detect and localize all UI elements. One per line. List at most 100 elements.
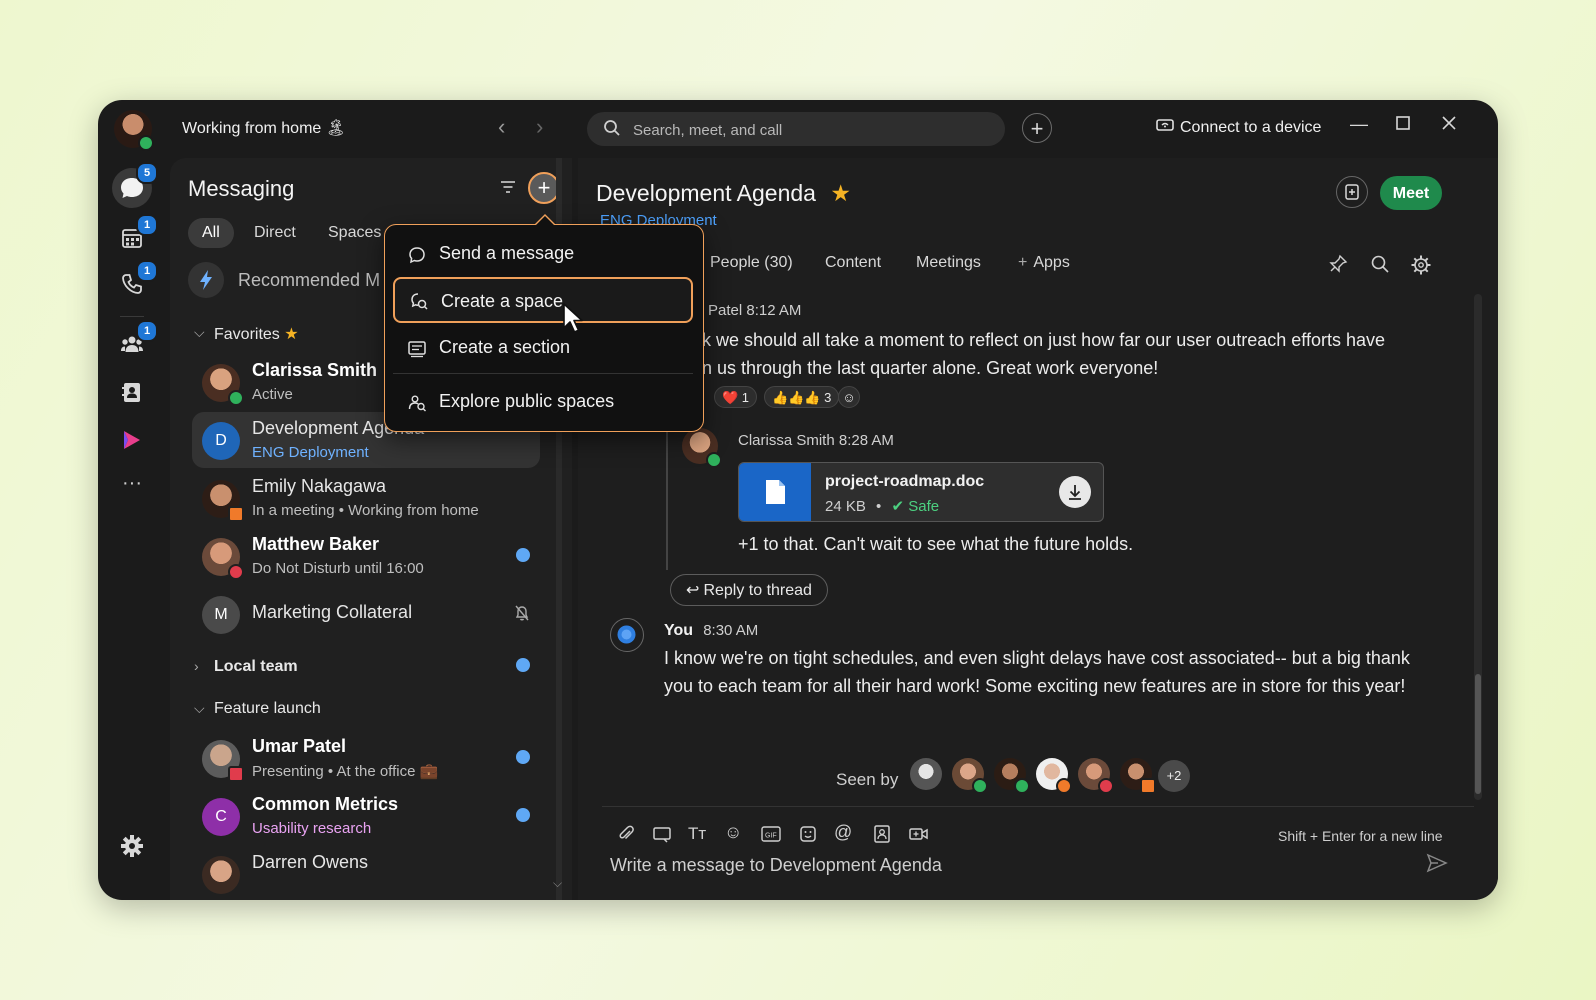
list-item[interactable]: Emily Nakagawa In a meeting • Working fr… (192, 470, 540, 526)
menu-item-create-space[interactable]: Create a space (393, 277, 693, 323)
back-arrow-icon[interactable]: ‹ (498, 116, 505, 138)
left-rail: 5 1 1 1 ··· (98, 158, 168, 900)
timestamp: 8:30 AM (703, 622, 759, 639)
chevron-down-icon[interactable]: ⌵ (194, 700, 205, 717)
favorites-header[interactable]: Favorites ★ (214, 324, 299, 344)
sticker-icon[interactable] (798, 824, 818, 849)
pin-icon[interactable] (1328, 254, 1348, 279)
presence-active-icon (228, 390, 244, 406)
file-attachment[interactable]: project-roadmap.doc 24 KB • ✔ Safe (738, 462, 1104, 522)
filter-icon[interactable] (500, 180, 516, 199)
avatar[interactable] (1036, 758, 1072, 794)
settings-gear-icon[interactable] (1410, 254, 1432, 281)
avatar[interactable] (910, 758, 942, 790)
rail-settings[interactable] (112, 826, 152, 866)
more-icon[interactable]: ··· (112, 468, 152, 508)
menu-item-label: Explore public spaces (439, 391, 615, 411)
list-item[interactable]: M Marketing Collateral (192, 586, 540, 642)
reaction-heart[interactable]: ❤️ 1 (714, 386, 758, 408)
close-icon[interactable] (1442, 114, 1456, 135)
list-item[interactable]: Matthew Baker Do Not Disturb until 16:00 (192, 528, 540, 584)
connect-device-button[interactable]: Connect to a device (1156, 118, 1321, 137)
seen-more-count[interactable]: +2 (1158, 760, 1190, 792)
scroll-thumb[interactable] (1475, 674, 1481, 794)
rail-teams[interactable]: 1 (112, 320, 158, 364)
unread-dot (516, 658, 530, 672)
tab-direct[interactable]: Direct (240, 218, 310, 248)
conversation-scrollbar[interactable] (1474, 294, 1482, 800)
reaction-thumbs-up[interactable]: 👍👍👍 3 (764, 386, 840, 408)
avatar[interactable] (952, 758, 988, 794)
rail-vidcast[interactable] (112, 420, 152, 460)
list-item[interactable]: C Common Metrics Usability research (192, 788, 540, 844)
avatar[interactable] (682, 428, 722, 468)
favorites-label: Favorites (214, 326, 280, 343)
document-icon (739, 463, 811, 521)
tab-people[interactable]: People (30) (710, 254, 793, 272)
rail-contacts[interactable] (112, 372, 152, 412)
search-input[interactable] (631, 112, 995, 148)
recommended-section[interactable]: Recommended M (238, 270, 380, 291)
rail-messaging[interactable]: 5 (112, 162, 158, 208)
avatar[interactable] (994, 758, 1030, 794)
menu-item-label: Create a space (441, 291, 564, 311)
list-item[interactable]: Umar Patel Presenting • At the office 💼 (192, 730, 540, 786)
maximize-icon[interactable] (1396, 114, 1410, 135)
tab-apps[interactable]: + Apps (1018, 254, 1070, 272)
reply-icon: ↩ (686, 582, 700, 599)
attach-icon[interactable] (616, 824, 636, 849)
message-text: k we should all take a moment to reflect… (702, 330, 1386, 350)
tab-all[interactable]: All (188, 218, 234, 248)
meet-button[interactable]: Meet (1380, 176, 1442, 210)
mention-icon[interactable]: @ (834, 822, 852, 843)
menu-item-send-message[interactable]: Send a message (393, 233, 693, 275)
user-status[interactable]: Working from home 🏝 (182, 118, 346, 138)
emoji-icon[interactable]: ☺ (724, 822, 742, 843)
bell-muted-icon[interactable] (514, 604, 530, 627)
search-icon[interactable] (1370, 254, 1390, 279)
feature-launch-header[interactable]: Feature launch (214, 700, 321, 718)
reply-text: +1 to that. Can't wait to see what the f… (738, 534, 1134, 554)
menu-item-label: Send a message (439, 243, 575, 263)
avatar[interactable] (1078, 758, 1114, 794)
conversation-title-text: Development Agenda (596, 180, 816, 206)
search-bar[interactable] (587, 112, 1005, 148)
user-avatar[interactable] (114, 110, 154, 151)
rail-calls[interactable]: 1 (112, 260, 158, 304)
chevron-down-icon[interactable]: ⌵ (194, 324, 205, 341)
forward-arrow-icon[interactable]: › (536, 116, 543, 138)
screenshot-icon[interactable] (652, 824, 672, 849)
tab-meetings[interactable]: Meetings (916, 254, 981, 272)
menu-item-explore-spaces[interactable]: Explore public spaces (393, 381, 693, 423)
send-icon[interactable] (1426, 852, 1448, 879)
new-plus-button[interactable]: + (1022, 113, 1052, 143)
add-to-space-icon[interactable] (1336, 176, 1368, 208)
reply-to-thread-button[interactable]: ↩ Reply to thread (670, 574, 828, 606)
star-icon[interactable]: ★ (830, 180, 851, 206)
separator-dot: • (876, 498, 882, 515)
minimize-icon[interactable]: — (1350, 114, 1368, 135)
panel-title: Messaging (188, 176, 295, 201)
tab-content[interactable]: Content (825, 254, 881, 272)
connect-label: Connect to a device (1180, 119, 1322, 136)
avatar[interactable] (610, 618, 644, 652)
avatar: D (202, 422, 240, 460)
svg-text:GIF: GIF (765, 833, 777, 840)
scroll-down-icon[interactable]: ⌵ (553, 876, 562, 891)
list-item[interactable]: Darren Owens (192, 846, 540, 900)
format-text-icon[interactable]: Tт (688, 824, 706, 844)
add-reaction-icon[interactable]: ☺ (838, 386, 860, 408)
download-icon[interactable] (1059, 476, 1091, 508)
on-call-icon (1056, 778, 1072, 794)
message-input[interactable] (608, 848, 1402, 882)
menu-item-create-section[interactable]: Create a section (393, 327, 693, 369)
chevron-right-icon[interactable]: › (194, 658, 199, 674)
local-team-header[interactable]: Local team (214, 658, 298, 676)
rail-calendar[interactable]: 1 (112, 214, 158, 258)
gif-icon[interactable]: GIF (760, 824, 782, 849)
add-app-icon[interactable] (908, 824, 930, 849)
presence-active-icon (972, 778, 988, 794)
space-name: Marketing Collateral (252, 602, 413, 622)
contact-card-icon[interactable] (872, 824, 892, 849)
avatar[interactable] (1120, 758, 1156, 794)
